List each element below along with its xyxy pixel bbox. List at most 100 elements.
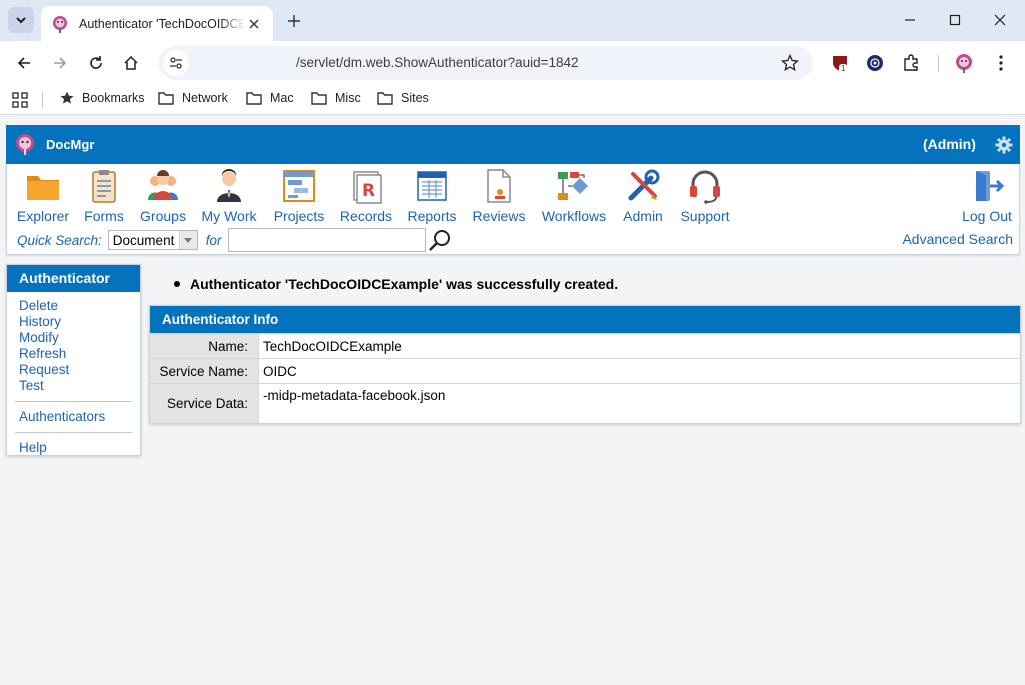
tool-label: Support [680, 208, 730, 224]
bookmark-mac[interactable]: Mac [246, 91, 294, 105]
minimize-button[interactable] [896, 6, 924, 34]
sidebar-item-authenticators[interactable]: Authenticators [19, 409, 140, 425]
tool-groups[interactable]: Groups [138, 168, 188, 224]
tool-records[interactable]: R Records [338, 168, 394, 224]
search-icon[interactable] [428, 228, 452, 252]
tab-title: Authenticator 'TechDocOIDCExample' - Doc… [79, 16, 246, 31]
authenticator-info-panel: Authenticator Info Name: TechDocOIDCExam… [149, 305, 1021, 424]
field-label: Service Data: [150, 384, 258, 423]
back-button[interactable] [10, 49, 38, 77]
quick-search-label: Quick Search: [17, 232, 102, 248]
advanced-search-link[interactable]: Advanced Search [902, 231, 1013, 247]
tool-my-work[interactable]: My Work [200, 168, 258, 224]
sidebar-title: Authenticator [7, 265, 140, 292]
sidebar-item-modify[interactable]: Modify [19, 330, 140, 346]
success-message: Authenticator 'TechDocOIDCExample' was s… [174, 276, 618, 292]
field-value: OIDC [258, 359, 1020, 383]
sidebar-actions: Delete History Modify Refresh Request Te… [7, 292, 140, 456]
tool-reports[interactable]: Reports [405, 168, 459, 224]
extension-globe-button[interactable] [864, 52, 886, 74]
extension-shield-button[interactable]: 1 [829, 52, 851, 74]
logout-label: Log Out [962, 208, 1012, 224]
forward-button[interactable] [46, 49, 74, 77]
clipboard-icon [92, 170, 116, 203]
new-tab-button[interactable] [282, 9, 306, 33]
bookmark-label: Sites [401, 91, 429, 105]
tool-reviews[interactable]: Reviews [471, 168, 527, 224]
folder-icon [377, 92, 393, 105]
tool-workflows[interactable]: Workflows [539, 168, 609, 224]
close-icon [994, 14, 1006, 26]
sidebar-item-test[interactable]: Test [19, 378, 140, 394]
person-icon [217, 169, 241, 202]
tool-label: Groups [140, 208, 186, 224]
home-icon [124, 55, 138, 70]
profile-button[interactable] [953, 52, 975, 74]
bookmark-star-icon[interactable] [781, 54, 799, 72]
reload-button[interactable] [82, 49, 110, 77]
tool-label: Admin [623, 208, 663, 224]
group-icon [148, 170, 178, 200]
bookmark-label: Misc [335, 91, 361, 105]
tool-explorer[interactable]: Explorer [15, 168, 71, 224]
browser-titlebar: Authenticator 'TechDocOIDCExample' - Doc… [0, 0, 1025, 41]
app-name[interactable]: DocMgr [46, 137, 94, 152]
bookmark-bookmarks[interactable]: Bookmarks [60, 91, 145, 105]
app-toolbar: Explorer Forms Groups My Work Projects R… [6, 164, 1020, 255]
logout-button[interactable]: Log Out [959, 168, 1015, 224]
project-board-icon [283, 170, 315, 202]
reload-icon [90, 56, 102, 69]
puzzle-icon [904, 54, 918, 71]
bookmark-label: Network [182, 91, 228, 105]
sidebar-divider [15, 432, 132, 433]
quick-search-input[interactable] [227, 228, 426, 252]
tools-icon [628, 169, 660, 201]
field-value: TechDocOIDCExample [258, 334, 1020, 358]
tool-projects[interactable]: Projects [271, 168, 327, 224]
report-icon [417, 171, 447, 201]
browser-menu-button[interactable] [990, 52, 1012, 74]
search-type-select[interactable]: Document [107, 230, 198, 250]
bookmark-misc[interactable]: Misc [311, 91, 361, 105]
gear-icon[interactable] [995, 136, 1013, 154]
bullet-icon [174, 281, 180, 287]
field-row: Service Name: OIDC [150, 358, 1020, 383]
browser-tab-active[interactable]: Authenticator 'TechDocOIDCExample' - Doc… [41, 6, 273, 41]
close-window-button[interactable] [986, 6, 1014, 34]
bookmark-sites[interactable]: Sites [377, 91, 429, 105]
sidebar-divider [15, 401, 132, 402]
bookmark-network[interactable]: Network [158, 91, 228, 105]
home-button[interactable] [117, 49, 145, 77]
authenticator-sidebar: Authenticator Delete History Modify Refr… [6, 264, 141, 456]
tool-label: Forms [84, 208, 124, 224]
close-tab-icon[interactable] [245, 15, 263, 33]
maximize-button[interactable] [941, 6, 969, 34]
avatar [956, 54, 972, 73]
sidebar-item-help[interactable]: Help [19, 440, 140, 456]
arrow-right-icon [54, 57, 67, 69]
field-value: -midp-metadata-facebook.json [258, 384, 1020, 423]
docmgr-logo-icon[interactable] [14, 133, 36, 155]
panel-title: Authenticator Info [150, 306, 1020, 333]
svg-text:R: R [362, 181, 375, 201]
tool-admin[interactable]: Admin [620, 168, 666, 224]
user-role-label: (Admin) [923, 136, 976, 152]
address-bar[interactable]: /servlet/dm.web.ShowAuthenticator?auid=1… [159, 46, 813, 80]
plus-icon [288, 15, 300, 27]
tool-label: Projects [273, 208, 325, 224]
sidebar-item-delete[interactable]: Delete [19, 298, 140, 314]
tool-label: My Work [201, 208, 257, 224]
tab-search-button[interactable] [8, 7, 34, 33]
dropdown-arrow-icon[interactable] [178, 231, 197, 249]
arrow-left-icon [17, 57, 30, 69]
logout-icon [976, 171, 1005, 201]
tool-forms[interactable]: Forms [83, 168, 125, 224]
workflow-icon [558, 172, 588, 200]
tool-support[interactable]: Support [677, 168, 733, 224]
site-info-button[interactable] [163, 50, 189, 76]
sidebar-item-refresh[interactable]: Refresh [19, 346, 140, 362]
apps-grid-icon[interactable] [12, 92, 28, 108]
extensions-button[interactable] [900, 52, 922, 74]
sidebar-item-history[interactable]: History [19, 314, 140, 330]
sidebar-item-request[interactable]: Request [19, 362, 140, 378]
